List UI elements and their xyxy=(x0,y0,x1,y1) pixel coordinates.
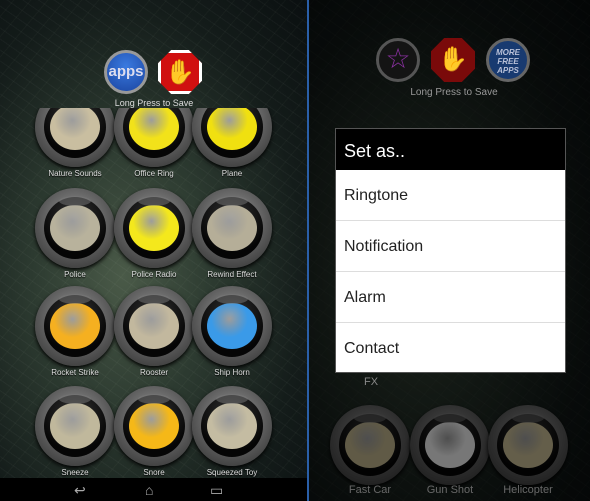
gloss xyxy=(138,294,170,304)
gloss xyxy=(59,196,91,206)
sound-button[interactable] xyxy=(192,188,272,268)
navigation-bar: ↩ ⌂ ▭ xyxy=(0,478,307,501)
sound-button[interactable] xyxy=(192,108,272,167)
face-icon xyxy=(425,422,475,468)
gloss xyxy=(216,196,248,206)
sound-button[interactable] xyxy=(330,405,410,485)
sound-button[interactable] xyxy=(192,386,272,466)
gloss xyxy=(434,413,466,423)
sound-label: Gun Shot xyxy=(426,484,474,496)
face-icon xyxy=(345,422,395,468)
sound-button[interactable] xyxy=(35,108,115,167)
sound-button[interactable] xyxy=(35,286,115,366)
face-icon xyxy=(50,205,100,251)
stop-hand-button[interactable]: ✋ xyxy=(158,50,202,94)
face-icon xyxy=(207,303,257,349)
sound-button[interactable] xyxy=(114,108,194,167)
home-icon[interactable]: ⌂ xyxy=(145,482,153,498)
apps-button[interactable]: apps xyxy=(104,50,148,94)
stop-hand-icon: ✋ xyxy=(165,59,195,86)
sound-label: Fast Car xyxy=(348,484,392,496)
face-icon xyxy=(129,303,179,349)
gloss xyxy=(512,413,544,423)
sound-label: Ship Horn xyxy=(214,368,250,377)
recents-icon[interactable]: ▭ xyxy=(210,482,223,499)
option-notification[interactable]: Notification xyxy=(336,221,565,272)
set-as-dialog: Set as.. Ringtone Notification Alarm Con… xyxy=(335,128,566,373)
gloss xyxy=(354,413,386,423)
face-icon xyxy=(50,403,100,449)
gloss xyxy=(138,196,170,206)
sound-button[interactable] xyxy=(410,405,490,485)
left-screen: apps ✋ Long Press to Save Nature Sounds O… xyxy=(0,0,307,501)
dialog-title: Set as.. xyxy=(336,129,565,170)
apps-label: apps xyxy=(108,63,144,80)
option-ringtone[interactable]: Ringtone xyxy=(336,170,565,221)
gloss xyxy=(138,394,170,404)
gloss xyxy=(59,394,91,404)
sound-button[interactable] xyxy=(114,188,194,268)
option-contact[interactable]: Contact xyxy=(336,323,565,374)
sound-button[interactable] xyxy=(35,188,115,268)
sound-label: Plane xyxy=(221,169,243,178)
gloss xyxy=(216,394,248,404)
sound-button[interactable] xyxy=(488,405,568,485)
sound-grid: Nature Sounds Office Ring Plane Police Polic… xyxy=(0,108,307,478)
face-icon xyxy=(207,205,257,251)
sound-button[interactable] xyxy=(114,386,194,466)
face-icon xyxy=(50,303,100,349)
sound-button[interactable] xyxy=(114,286,194,366)
face-icon xyxy=(129,403,179,449)
face-icon xyxy=(207,403,257,449)
back-icon[interactable]: ↩ xyxy=(74,482,86,499)
sound-label: Rewind Effect xyxy=(207,270,257,279)
sound-label: Squeezed Toy xyxy=(206,468,258,477)
sound-button[interactable] xyxy=(192,286,272,366)
sound-button[interactable] xyxy=(35,386,115,466)
gloss xyxy=(59,294,91,304)
sound-label: Helicopter xyxy=(503,484,553,496)
save-hint: Long Press to Save xyxy=(114,98,194,108)
face-icon xyxy=(503,422,553,468)
face-icon xyxy=(129,205,179,251)
option-alarm[interactable]: Alarm xyxy=(336,272,565,323)
gloss xyxy=(216,294,248,304)
